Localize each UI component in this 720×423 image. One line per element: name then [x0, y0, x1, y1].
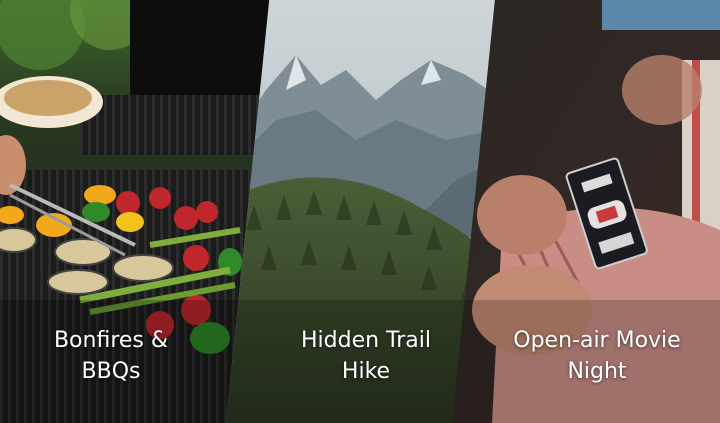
bbq-grill-image	[0, 0, 270, 423]
panel-bonfires-bbqs[interactable]: Bonfires & BBQs	[0, 0, 270, 423]
movie-night-image	[452, 0, 720, 423]
panel-hidden-trail-hike[interactable]: Hidden Trail Hike	[226, 0, 496, 423]
activity-banner: Bonfires & BBQs Hidden Trail Hike Open-a…	[0, 0, 720, 423]
panel-open-air-movie-night[interactable]: Open-air Movie Night	[452, 0, 720, 423]
mountain-forest-image	[226, 0, 496, 423]
